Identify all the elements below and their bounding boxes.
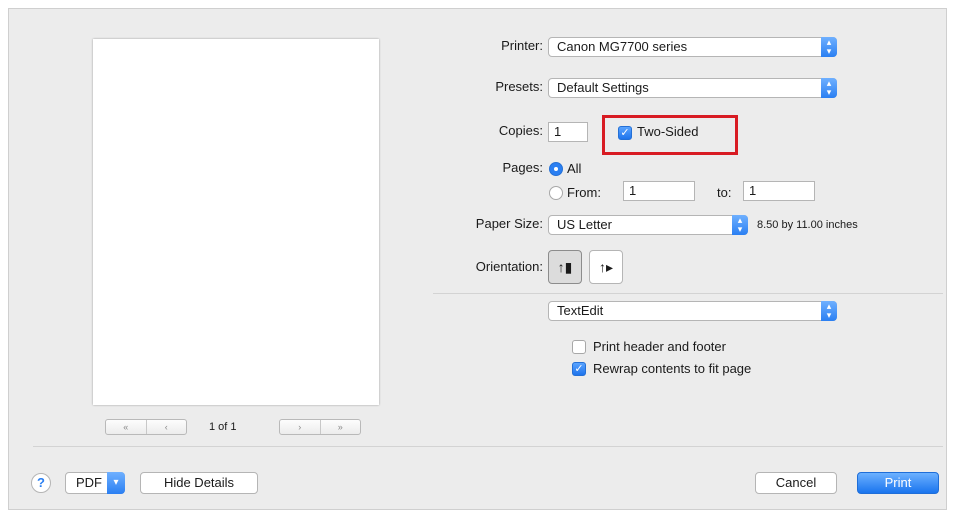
header-footer-checkbox[interactable] — [572, 340, 586, 354]
pages-all-radio[interactable] — [549, 162, 563, 176]
cancel-button[interactable]: Cancel — [755, 472, 837, 494]
paper-size-popup[interactable]: US Letter ▴ ▾ — [548, 215, 748, 235]
pdf-label: PDF — [76, 475, 102, 490]
app-options-value: TextEdit — [557, 303, 604, 318]
presets-value: Default Settings — [557, 80, 649, 95]
chevron-down-icon: ▾ — [107, 472, 125, 494]
last-page-button[interactable]: » — [319, 420, 361, 434]
popup-stepper-icon: ▴ ▾ — [821, 37, 837, 57]
previous-page-button[interactable]: ‹ — [145, 420, 187, 434]
help-button[interactable]: ? — [31, 473, 51, 493]
help-icon: ? — [37, 475, 45, 490]
portrait-icon: ↑▮ — [557, 259, 573, 275]
presets-label: Presets: — [495, 79, 543, 94]
first-page-button[interactable]: « — [106, 420, 146, 434]
pages-from-label: From: — [567, 185, 601, 200]
landscape-orientation-button[interactable]: ↑▸ — [589, 250, 623, 284]
app-options-popup[interactable]: TextEdit ▴ ▾ — [548, 301, 837, 321]
copies-label: Copies: — [498, 123, 543, 138]
settings-divider — [433, 293, 943, 294]
landscape-icon: ↑▸ — [598, 259, 614, 275]
printer-popup[interactable]: Canon MG7700 series ▴ ▾ — [548, 37, 837, 57]
copies-field[interactable]: 1 — [548, 122, 588, 142]
presets-popup[interactable]: Default Settings ▴ ▾ — [548, 78, 837, 98]
two-sided-checkbox[interactable]: ✓ — [618, 126, 632, 140]
pdf-menu-button[interactable]: PDF ▾ — [65, 472, 125, 494]
paper-size-value: US Letter — [557, 217, 612, 232]
popup-stepper-icon: ▴ ▾ — [821, 78, 837, 98]
pages-to-field[interactable]: 1 — [743, 181, 815, 201]
pages-to-label: to: — [717, 185, 732, 200]
print-dialog: « ‹ 1 of 1 › » Printer: Canon MG7700 ser… — [8, 8, 947, 510]
page-indicator: 1 of 1 — [209, 421, 237, 433]
orientation-label: Orientation: — [475, 259, 543, 274]
pages-label: Pages: — [502, 160, 543, 175]
printer-label: Printer: — [501, 38, 543, 53]
next-page-button[interactable]: › — [280, 420, 320, 434]
preview-back-nav: « ‹ — [105, 419, 187, 435]
printer-value: Canon MG7700 series — [557, 39, 688, 54]
paper-size-label: Paper Size: — [475, 216, 543, 231]
footer-divider — [33, 446, 943, 447]
hide-details-button[interactable]: Hide Details — [140, 472, 258, 494]
pages-all-label: All — [567, 161, 582, 176]
header-footer-label: Print header and footer — [593, 339, 726, 354]
page-preview — [93, 39, 379, 405]
popup-stepper-icon: ▴ ▾ — [821, 301, 837, 321]
pages-from-field[interactable]: 1 — [623, 181, 695, 201]
paper-dimensions: 8.50 by 11.00 inches — [757, 219, 858, 231]
preview-forward-nav: › » — [279, 419, 361, 435]
rewrap-label: Rewrap contents to fit page — [593, 361, 752, 376]
rewrap-checkbox[interactable]: ✓ — [572, 362, 586, 376]
portrait-orientation-button[interactable]: ↑▮ — [548, 250, 582, 284]
popup-stepper-icon: ▴ ▾ — [732, 215, 748, 235]
two-sided-label: Two-Sided — [637, 124, 699, 139]
pages-from-radio[interactable] — [549, 186, 563, 200]
print-button[interactable]: Print — [857, 472, 939, 494]
